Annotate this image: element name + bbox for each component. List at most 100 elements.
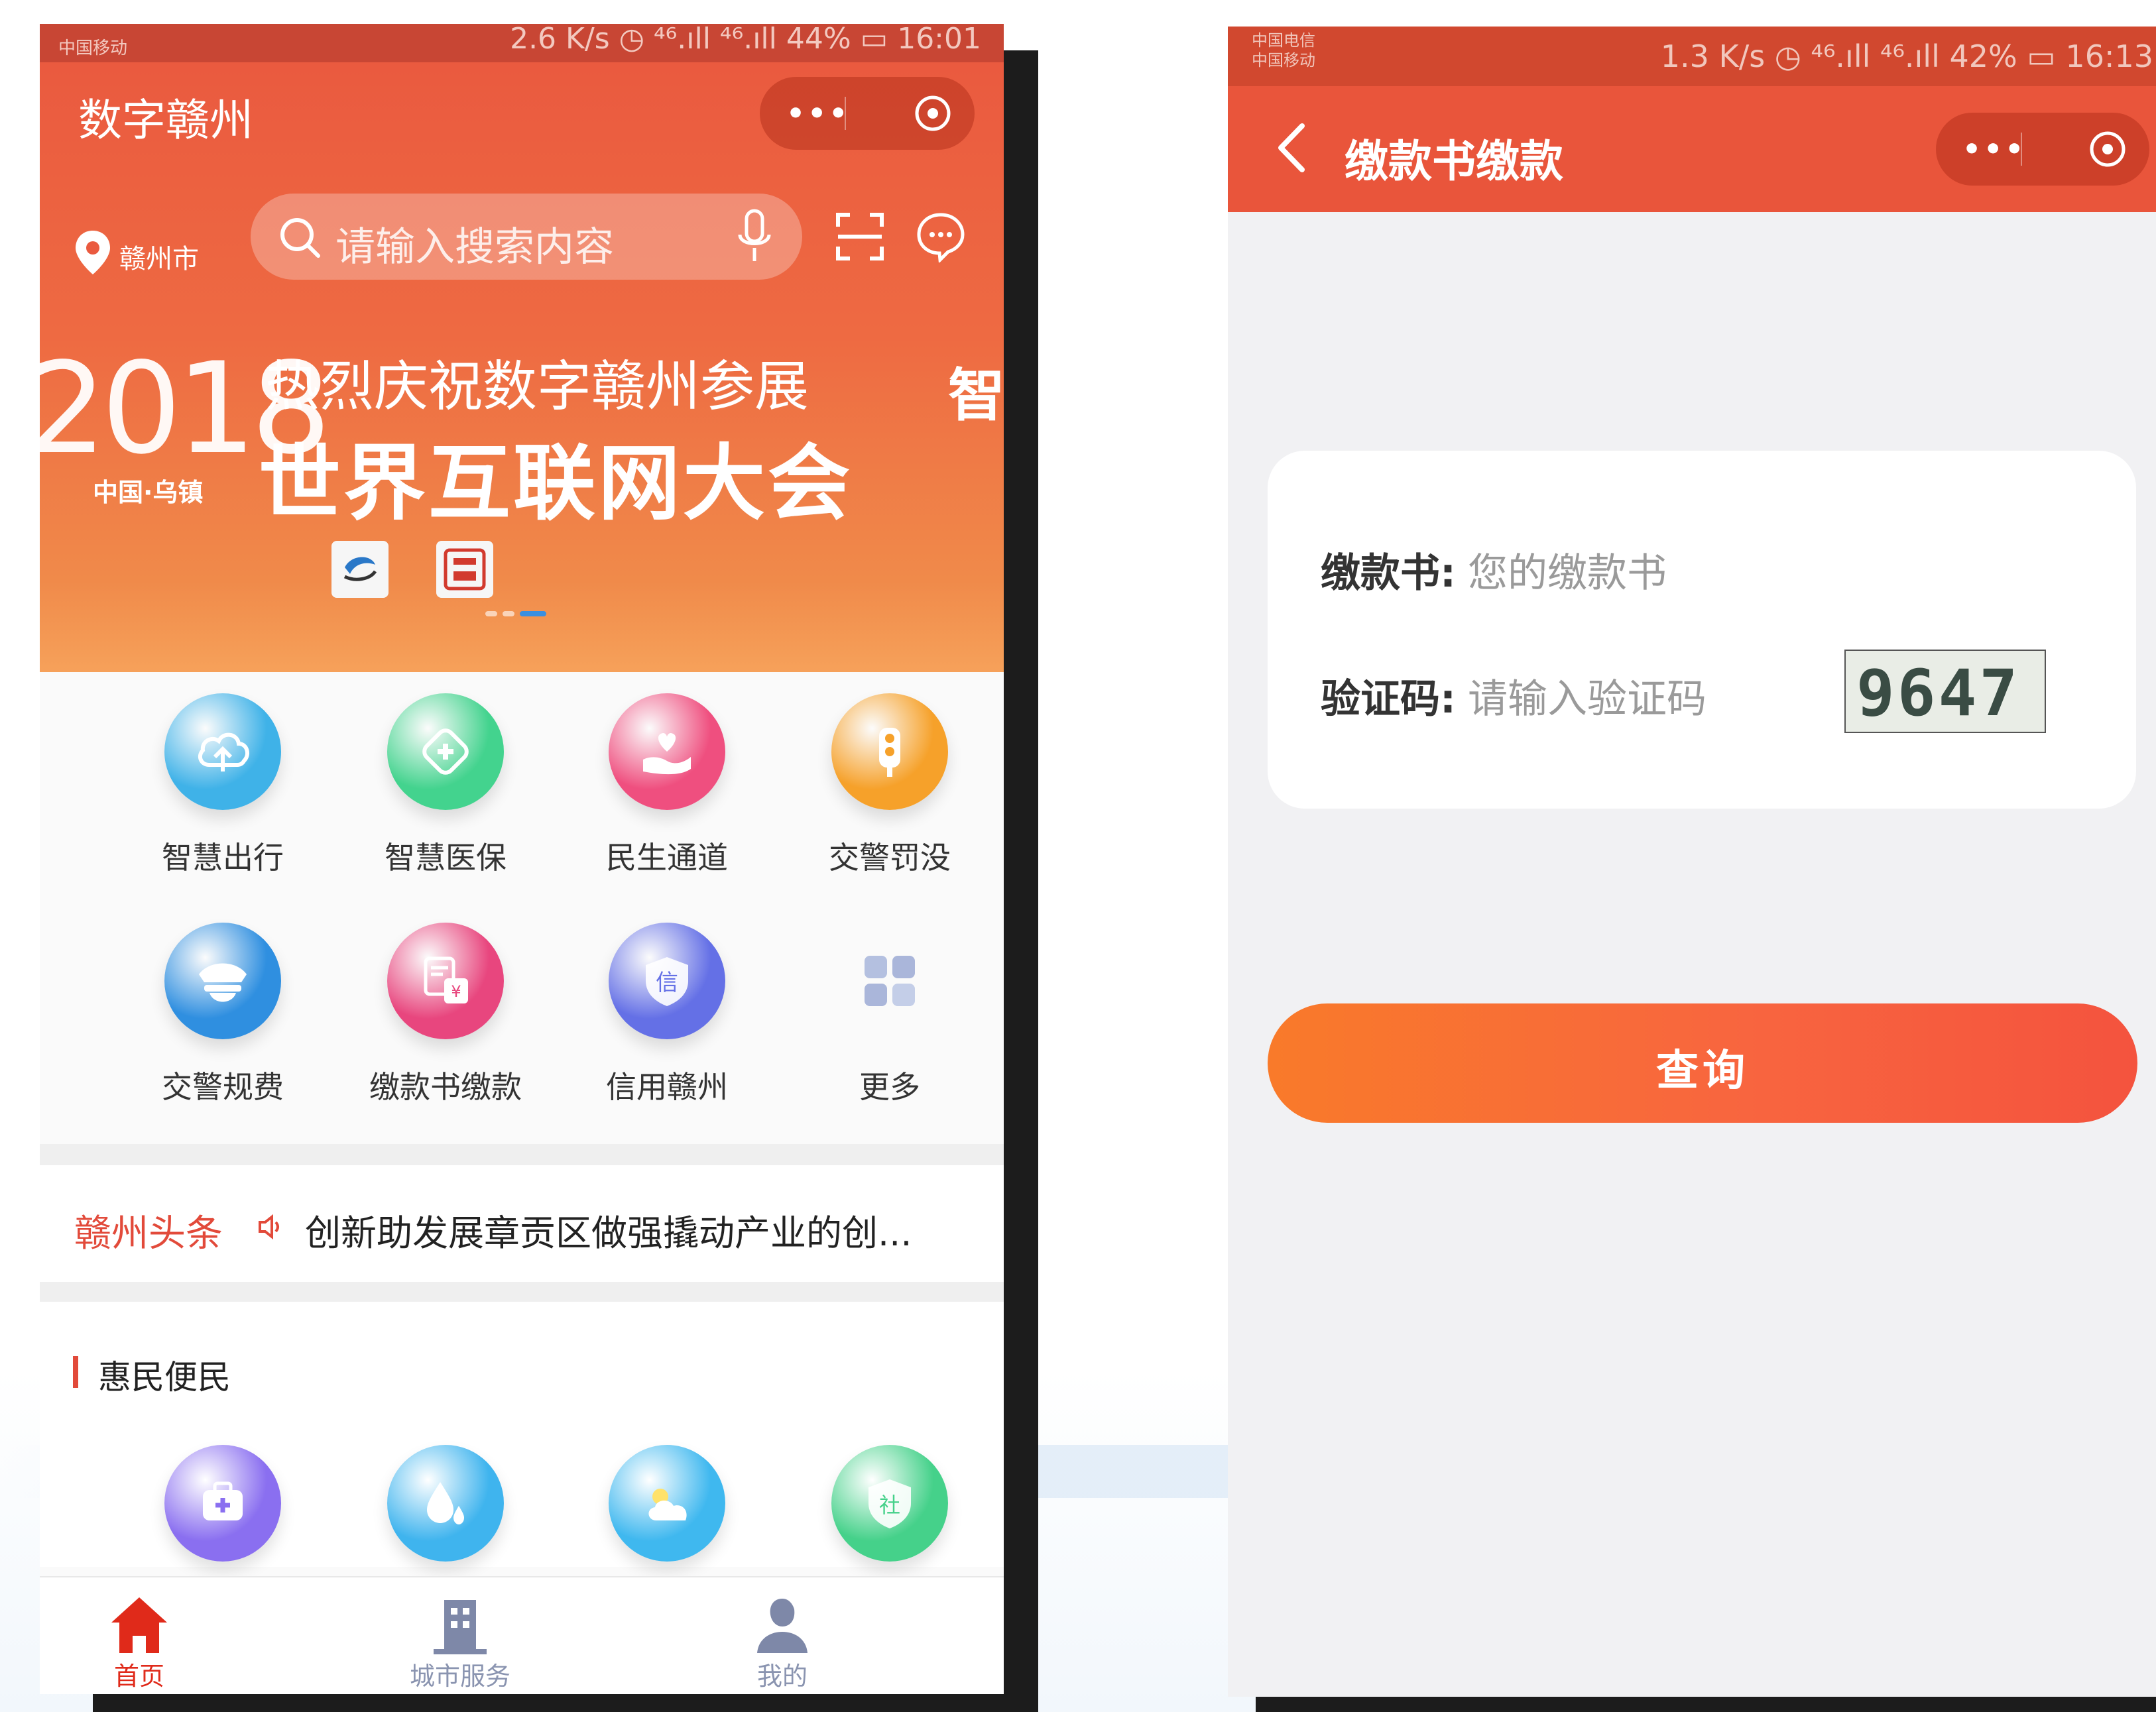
more-grid-icon	[831, 923, 948, 1039]
carrier-label-2: 中国移动	[1252, 51, 1315, 70]
service-item[interactable]: 交警罚没	[786, 693, 985, 905]
query-form-card	[1268, 451, 2136, 809]
captcha-field[interactable]: 验证码: 请输入验证码	[1321, 667, 1707, 724]
chat-icon[interactable]	[915, 211, 967, 262]
service-label: 缴款书缴款	[369, 1069, 522, 1105]
divider	[40, 1282, 1004, 1302]
service-item[interactable]: ¥ 缴款书缴款	[342, 923, 541, 1135]
captcha-input[interactable]: 请输入验证码	[1468, 676, 1707, 722]
mini-program-capsule: •••	[1936, 113, 2149, 186]
mini-program-capsule: •••	[760, 77, 975, 150]
credit-shield-icon: 信	[609, 923, 725, 1039]
svg-text:¥: ¥	[451, 982, 461, 1001]
left-phone-screen: 中国移动 2.6 K/s ◷ ⁴⁶.ıll ⁴⁶.ıll 44% ▭ 16:01…	[40, 24, 1004, 1694]
svg-text:社: 社	[879, 1493, 900, 1518]
status-right: 1.3 K/s ◷ ⁴⁶.ıll ⁴⁶.ıll 42% ▭ 16:13	[1660, 38, 2153, 74]
search-icon	[280, 218, 320, 258]
left-phone-shadow-bottom	[93, 1694, 1038, 1712]
close-target-icon[interactable]	[2088, 130, 2127, 168]
captcha-label: 验证码:	[1321, 676, 1456, 722]
status-right: 2.6 K/s ◷ ⁴⁶.ıll ⁴⁶.ıll 44% ▭ 16:01	[510, 24, 981, 56]
right-phone-screen: 中国电信 中国移动 1.3 K/s ◷ ⁴⁶.ıll ⁴⁶.ıll 42% ▭ …	[1228, 27, 2156, 1697]
tab-label: 我的	[756, 1662, 808, 1691]
tab-city-services[interactable]: 城市服务	[361, 1577, 560, 1694]
traffic-light-icon	[831, 693, 948, 810]
banner-next-peek: 智	[948, 363, 1004, 429]
service-label: 更多	[859, 1069, 920, 1105]
service-item[interactable]: 智慧出行	[119, 693, 318, 905]
service-label: 民生通道	[606, 840, 728, 876]
page-title: 缴款书缴款	[1345, 136, 1563, 187]
tab-mine[interactable]: 我的	[683, 1577, 882, 1694]
service-item[interactable]: 民生通道	[564, 693, 762, 905]
more-menu-button[interactable]: •••	[786, 97, 850, 131]
location-pin-icon	[76, 231, 110, 274]
divider	[40, 1144, 1004, 1165]
social-shield-icon: 社	[831, 1445, 948, 1562]
digital-ganzhou-logo-icon	[436, 541, 493, 598]
cloud-upload-icon	[164, 693, 281, 810]
capsule-separator	[2021, 133, 2022, 166]
service-label: 智慧医保	[385, 840, 507, 876]
home-icon	[111, 1597, 167, 1653]
medical-cross-icon	[387, 693, 504, 810]
more-menu-button[interactable]: •••	[1962, 133, 2026, 166]
payment-doc-field[interactable]: 缴款书: 您的缴款书	[1321, 541, 1667, 599]
service-item[interactable]: 交警规费	[119, 923, 318, 1135]
convenience-section: 惠民便民 社	[40, 1302, 1004, 1567]
bottom-tab-bar: 首页 城市服务 我的	[40, 1576, 1004, 1694]
service-item[interactable]: 更多	[786, 923, 985, 1135]
payment-doc-label: 缴款书:	[1321, 550, 1456, 597]
location-selector[interactable]: 赣州市	[73, 223, 259, 282]
back-arrow-icon[interactable]	[1272, 119, 1311, 176]
heart-hand-icon	[609, 693, 725, 810]
banner-logo-icon	[331, 541, 389, 598]
carrier-label: 中国移动	[58, 38, 128, 58]
service-item[interactable]: 智慧医保	[342, 693, 541, 905]
weather-icon	[609, 1445, 725, 1562]
nav-bar: 缴款书缴款 •••	[1228, 86, 2156, 212]
query-button[interactable]: 查询	[1268, 1003, 2137, 1123]
status-bar: 中国移动 2.6 K/s ◷ ⁴⁶.ıll ⁴⁶.ıll 44% ▭ 16:01	[40, 24, 1004, 62]
tab-label: 城市服务	[409, 1662, 510, 1691]
search-bar[interactable]: 请输入搜索内容	[251, 194, 802, 280]
carrier-label-1: 中国电信	[1252, 31, 1315, 50]
captcha-code: 9647	[1856, 656, 2021, 730]
tab-home[interactable]: 首页	[40, 1577, 239, 1694]
payment-doc-input[interactable]: 您的缴款书	[1468, 550, 1667, 597]
headline-ticker[interactable]: 赣州头条 创新助发展章贡区做强撬动产业的创...	[40, 1165, 1004, 1282]
banner-line-1: 热烈庆祝数字赣州参展	[265, 355, 809, 418]
banner-subtitle: 中国·乌镇	[93, 478, 204, 507]
service-label: 交警规费	[162, 1069, 284, 1105]
service-label: 智慧出行	[162, 840, 284, 876]
speaker-icon	[259, 1214, 279, 1240]
banner-line-2: 世界互联网大会	[259, 436, 853, 532]
section-title: 惠民便民	[98, 1358, 231, 1397]
building-icon	[434, 1600, 487, 1654]
service-item[interactable]: 信信用赣州	[564, 923, 762, 1135]
svg-text:信: 信	[656, 970, 678, 996]
app-title: 数字赣州	[78, 95, 253, 146]
status-bar: 中国电信 中国移动 1.3 K/s ◷ ⁴⁶.ıll ⁴⁶.ıll 42% ▭ …	[1228, 27, 2156, 86]
left-phone-shadow-right	[1004, 50, 1038, 1707]
scan-icon[interactable]	[834, 211, 886, 262]
headline-text: 创新助发展章贡区做强撬动产业的创...	[305, 1212, 912, 1254]
query-button-label: 查询	[1656, 1047, 1749, 1096]
location-city: 赣州市	[119, 244, 199, 274]
section-accent-bar	[73, 1356, 78, 1388]
banner-pagination-dots	[485, 611, 546, 616]
tab-label: 首页	[113, 1662, 164, 1691]
user-icon	[757, 1599, 808, 1653]
microphone-icon[interactable]	[735, 208, 774, 265]
search-placeholder: 请输入搜索内容	[335, 224, 614, 270]
medical-kit-icon	[164, 1445, 281, 1562]
capsule-separator	[845, 97, 846, 130]
payment-doc-icon: ¥	[387, 923, 504, 1039]
close-target-icon[interactable]	[914, 94, 952, 133]
carrier-labels: 中国电信 中国移动	[1252, 30, 1315, 70]
captcha-image[interactable]: 9647	[1844, 650, 2046, 733]
water-drop-icon	[387, 1445, 504, 1562]
headline-tag: 赣州头条	[74, 1212, 223, 1255]
service-label: 信用赣州	[606, 1069, 728, 1105]
police-cap-icon	[164, 923, 281, 1039]
